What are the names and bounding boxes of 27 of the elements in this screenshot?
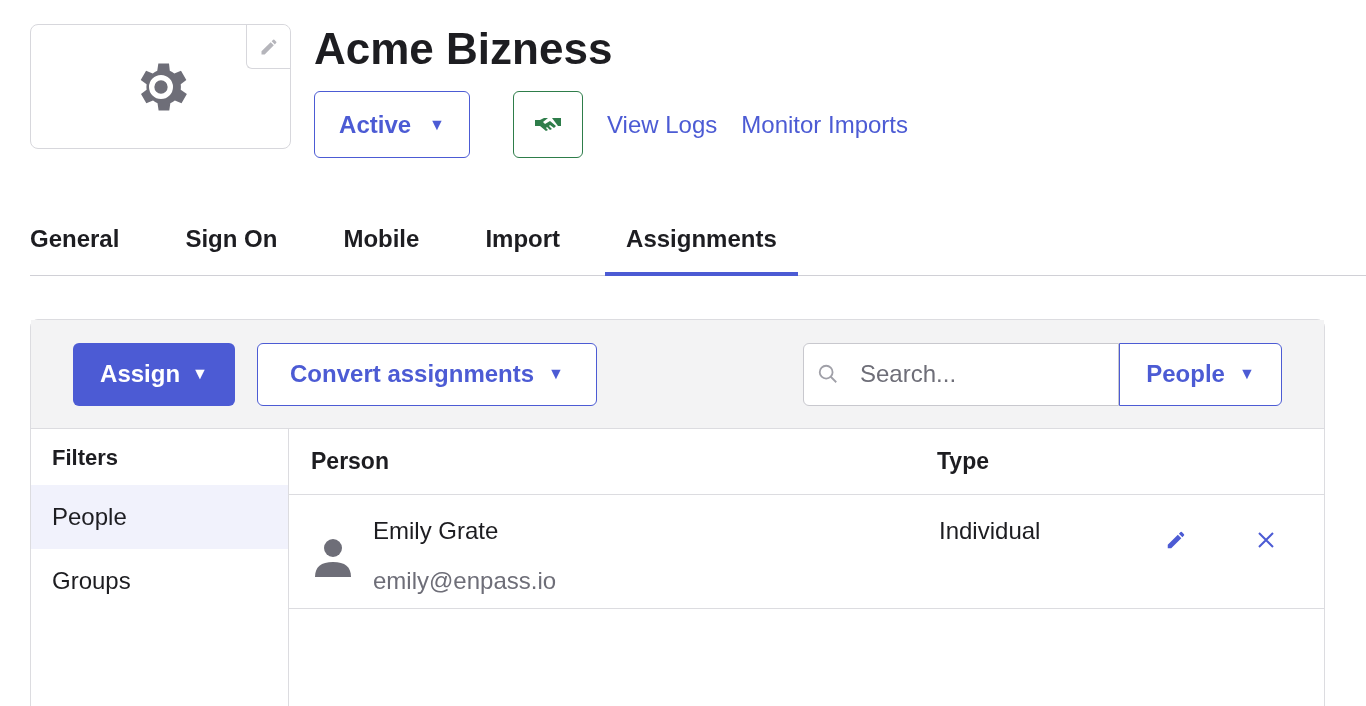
assignment-type: Individual — [939, 516, 1042, 546]
filter-item[interactable]: Groups — [31, 549, 288, 613]
filters-heading: Filters — [51, 443, 120, 472]
assign-button[interactable]: Assign ▼ — [73, 342, 235, 406]
person-silhouette-icon — [313, 537, 353, 577]
filter-item[interactable]: People — [31, 485, 288, 549]
pencil-icon — [1165, 529, 1187, 551]
app-title: Acme Bizness — [314, 25, 614, 73]
convert-assignments-dropdown[interactable]: Convert assignments ▼ — [257, 342, 597, 406]
header-link[interactable]: View Logs — [607, 106, 718, 143]
tab[interactable]: Mobile — [322, 205, 441, 276]
scope-dropdown[interactable]: People ▼ — [1119, 342, 1282, 406]
column-header: Type — [937, 447, 989, 477]
search-field[interactable]: Search... — [803, 342, 1119, 406]
handshake-icon — [535, 116, 561, 133]
header-link[interactable]: Monitor Imports — [741, 106, 908, 143]
close-icon — [1257, 531, 1275, 549]
person-email: emily@enpass.io — [373, 566, 558, 596]
handshake-button[interactable] — [513, 91, 583, 158]
column-header: Person — [311, 447, 390, 477]
tab[interactable]: Import — [464, 205, 582, 276]
tab[interactable]: Assignments — [605, 205, 798, 276]
status-dropdown[interactable]: Active ▼ — [314, 91, 470, 158]
person-name: Emily Grate — [373, 516, 500, 546]
tab[interactable]: General — [10, 205, 141, 276]
search-icon — [817, 362, 839, 385]
tab[interactable]: Sign On — [164, 205, 299, 276]
